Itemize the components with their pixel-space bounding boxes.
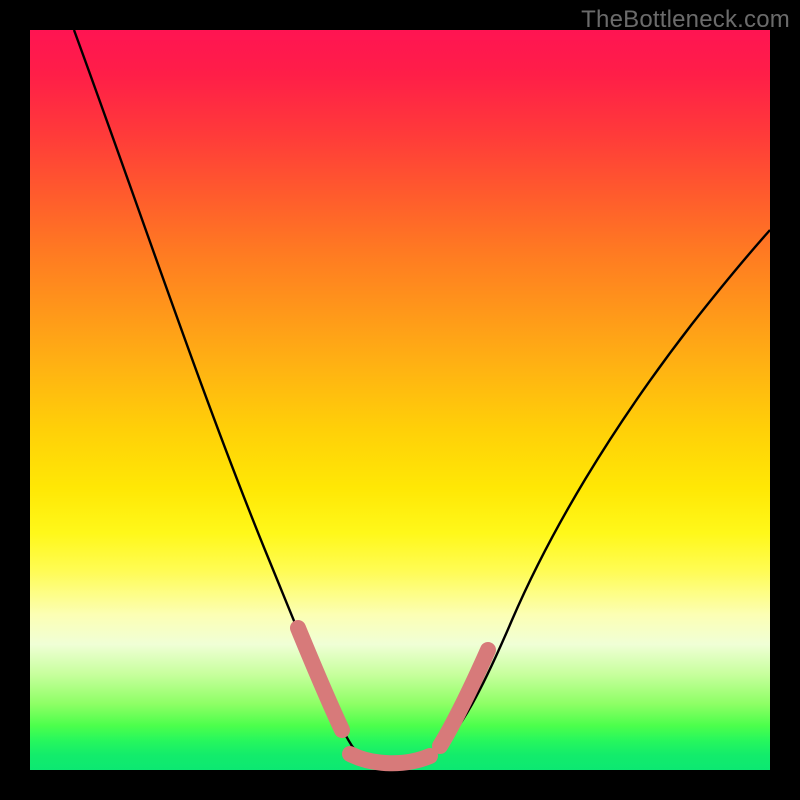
chart-frame: TheBottleneck.com (0, 0, 800, 800)
bottleneck-curve (74, 30, 770, 766)
plot-area (30, 30, 770, 770)
left-descent-marker (298, 628, 342, 730)
right-ascent-marker (440, 650, 488, 746)
valley-floor-marker (350, 754, 430, 763)
curve-layer (30, 30, 770, 770)
